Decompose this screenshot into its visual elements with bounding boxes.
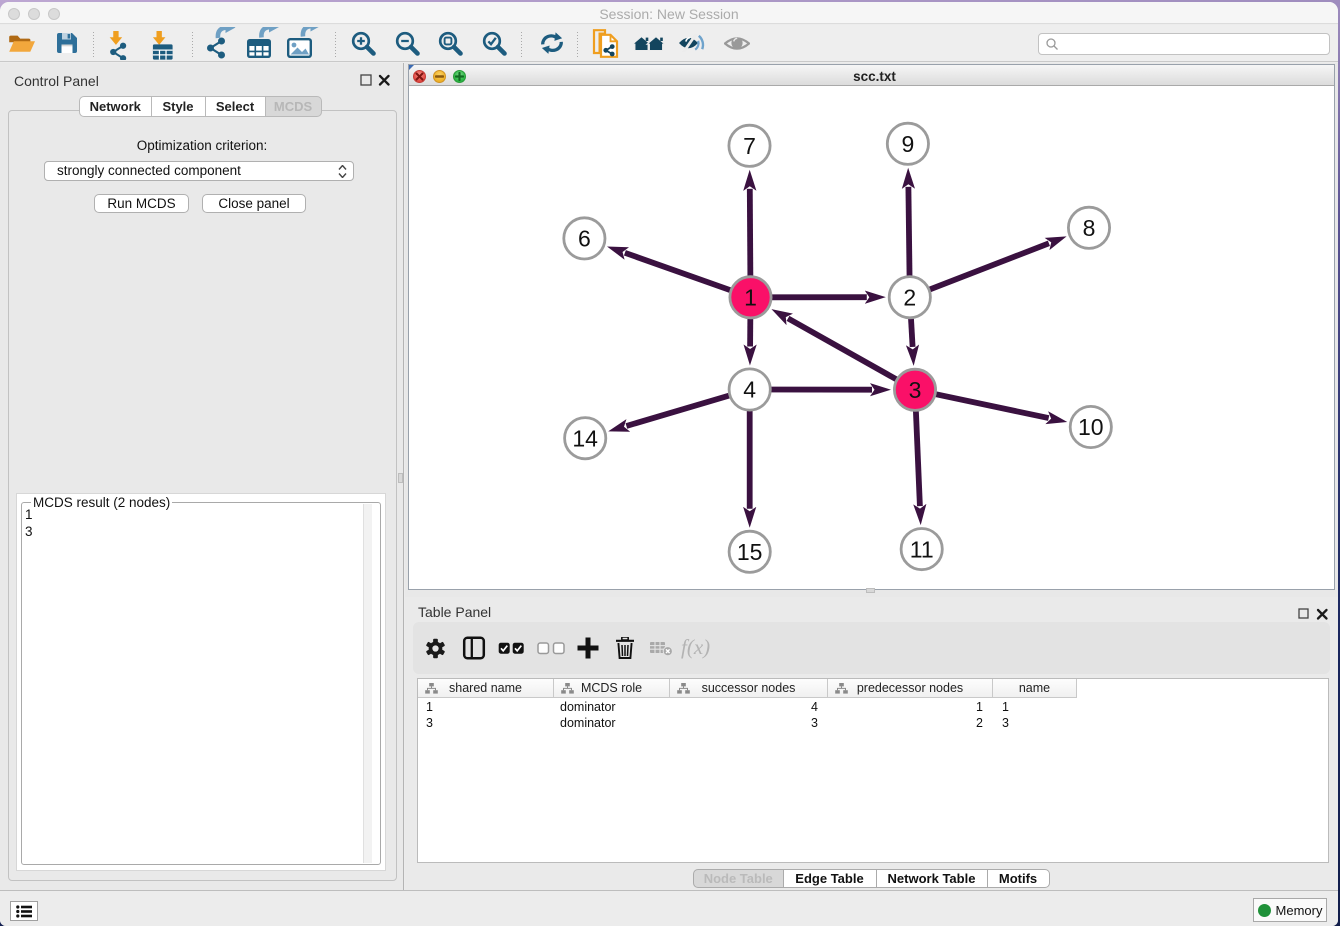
svg-text:6: 6: [578, 226, 591, 252]
svg-text:3: 3: [909, 377, 922, 403]
svg-text:11: 11: [910, 536, 934, 562]
svg-text:7: 7: [743, 133, 756, 159]
svg-text:2: 2: [903, 284, 916, 310]
svg-text:10: 10: [1078, 414, 1104, 440]
svg-text:1: 1: [744, 285, 757, 311]
svg-text:14: 14: [572, 425, 598, 451]
svg-text:9: 9: [902, 131, 915, 157]
svg-text:15: 15: [737, 539, 763, 565]
svg-text:8: 8: [1083, 215, 1096, 241]
svg-text:4: 4: [743, 377, 756, 403]
